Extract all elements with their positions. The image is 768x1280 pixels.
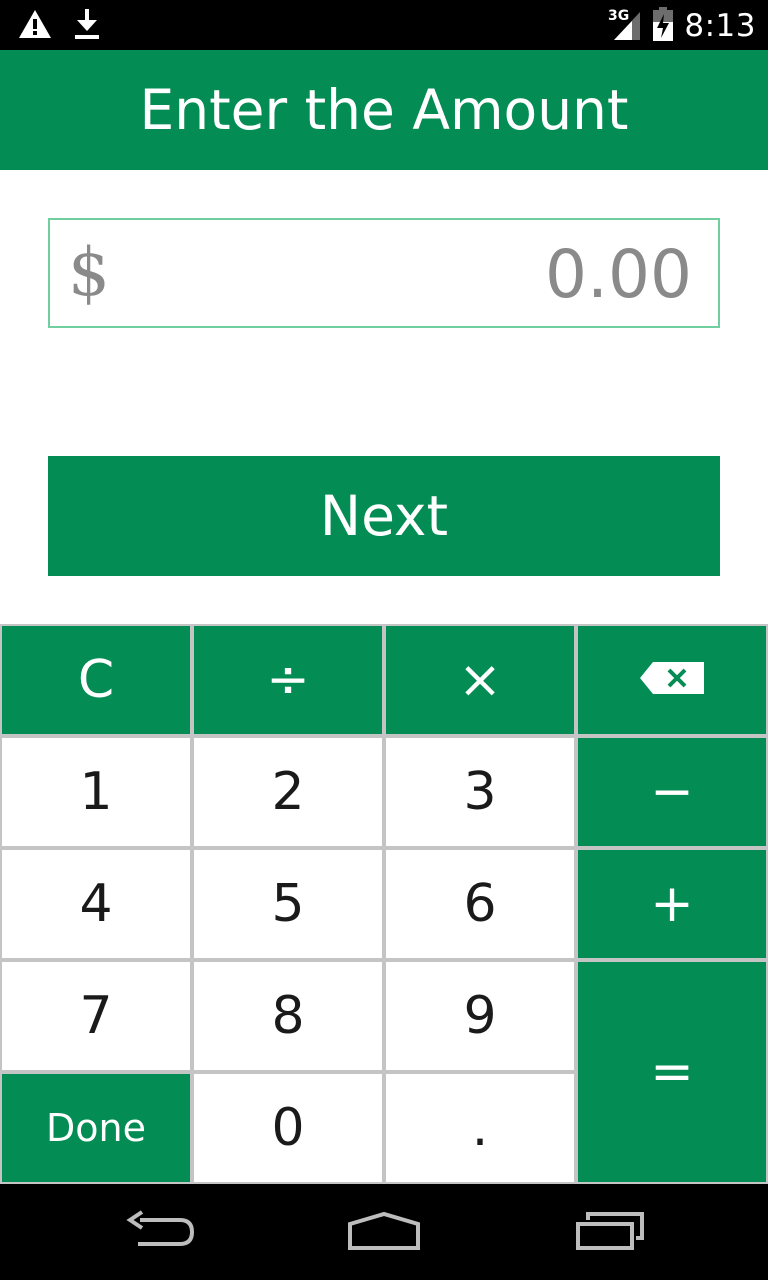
key-decimal-label: . — [471, 1098, 489, 1158]
key-6-label: 6 — [463, 874, 497, 934]
status-system: 3G 8:13 — [608, 6, 756, 46]
app-bar: Enter the Amount — [0, 50, 768, 170]
key-3[interactable]: 3 — [386, 738, 574, 846]
key-multiply[interactable]: × — [386, 626, 574, 734]
key-2-label: 2 — [271, 762, 305, 822]
key-0-label: 0 — [271, 1098, 305, 1158]
key-multiply-label: × — [458, 650, 502, 710]
key-done[interactable]: Done — [2, 1074, 190, 1182]
key-7[interactable]: 7 — [2, 962, 190, 1070]
key-4[interactable]: 4 — [2, 850, 190, 958]
battery-icon — [652, 6, 674, 46]
key-minus-label: − — [650, 762, 694, 822]
key-8[interactable]: 8 — [194, 962, 382, 1070]
status-bar: 3G 8:13 — [0, 0, 768, 50]
status-time: 8:13 — [684, 8, 756, 44]
key-5[interactable]: 5 — [194, 850, 382, 958]
amount-input[interactable]: $ 0.00 — [48, 218, 720, 328]
key-divide-label: ÷ — [266, 650, 310, 710]
home-icon[interactable] — [346, 1210, 422, 1256]
keypad: C ÷ × 1 2 3 − 4 5 6 + 7 8 9 = Done 0 . — [0, 624, 768, 1184]
nav-bar — [0, 1184, 768, 1280]
key-divide[interactable]: ÷ — [194, 626, 382, 734]
next-button[interactable]: Next — [48, 456, 720, 576]
key-decimal[interactable]: . — [386, 1074, 574, 1182]
key-plus-label: + — [650, 874, 694, 934]
back-icon[interactable] — [124, 1210, 196, 1254]
key-minus[interactable]: − — [578, 738, 766, 846]
network-type-label: 3G — [608, 8, 629, 24]
key-equals-label: = — [650, 1042, 694, 1102]
status-notifications — [18, 8, 100, 44]
key-done-label: Done — [46, 1106, 146, 1150]
key-backspace[interactable] — [578, 626, 766, 734]
amount-value: 0.00 — [545, 236, 692, 313]
next-button-label: Next — [319, 484, 449, 548]
key-7-label: 7 — [79, 986, 113, 1046]
currency-symbol: $ — [68, 234, 110, 311]
key-equals[interactable]: = — [578, 962, 766, 1182]
key-1[interactable]: 1 — [2, 738, 190, 846]
recents-icon[interactable] — [574, 1210, 646, 1256]
key-8-label: 8 — [271, 986, 305, 1046]
key-plus[interactable]: + — [578, 850, 766, 958]
warning-icon — [18, 9, 52, 43]
key-4-label: 4 — [79, 874, 113, 934]
key-9-label: 9 — [463, 986, 497, 1046]
key-3-label: 3 — [463, 762, 497, 822]
key-5-label: 5 — [271, 874, 305, 934]
key-0[interactable]: 0 — [194, 1074, 382, 1182]
download-icon — [74, 8, 100, 44]
key-1-label: 1 — [79, 762, 113, 822]
backspace-icon — [639, 661, 705, 699]
signal-icon: 3G — [608, 6, 642, 46]
page-title: Enter the Amount — [139, 78, 629, 142]
key-6[interactable]: 6 — [386, 850, 574, 958]
key-clear[interactable]: C — [2, 626, 190, 734]
key-clear-label: C — [77, 650, 115, 710]
key-9[interactable]: 9 — [386, 962, 574, 1070]
key-2[interactable]: 2 — [194, 738, 382, 846]
